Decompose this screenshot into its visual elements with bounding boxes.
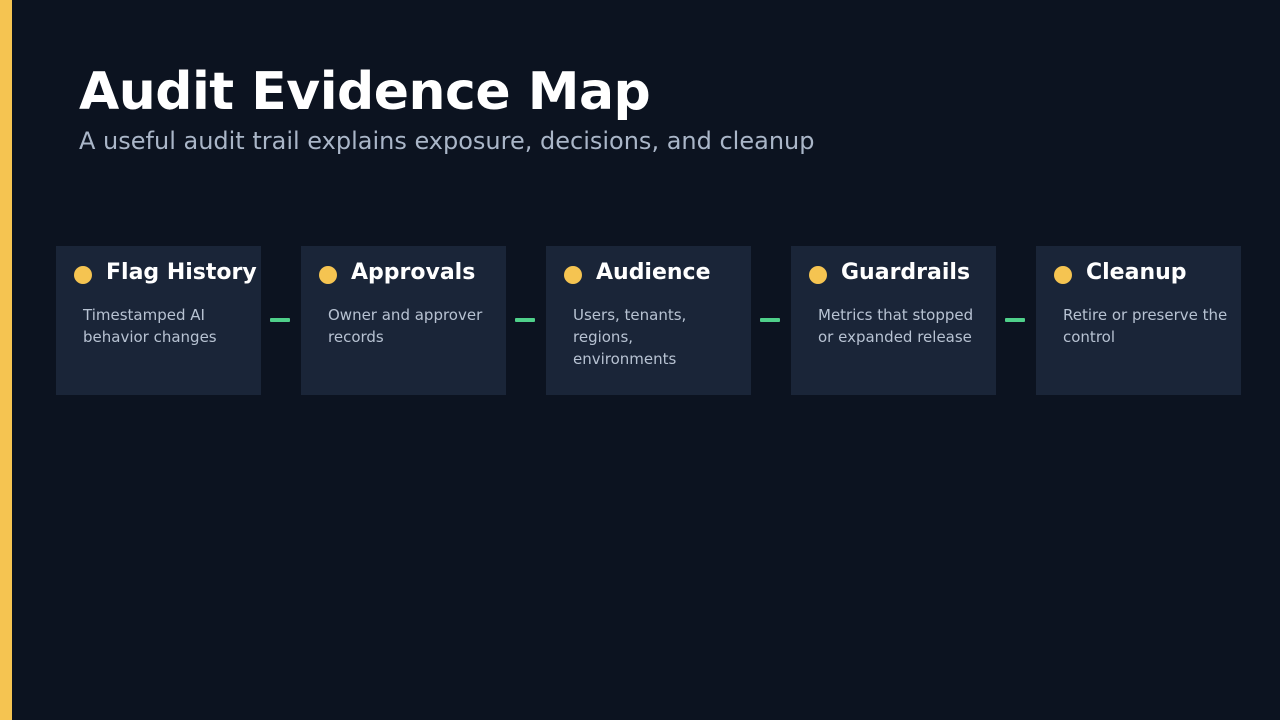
step-title: Audience — [596, 260, 711, 285]
step-description: Users, tenants, regions, environments — [573, 306, 687, 368]
accent-bar — [0, 0, 12, 720]
connector-line — [515, 318, 535, 322]
step-description: Owner and approver records — [328, 306, 483, 346]
step-description: Timestamped AI behavior changes — [83, 306, 217, 346]
step-title: Flag History — [106, 260, 257, 285]
step-card-cleanup: Cleanup Retire or preserve the control — [1036, 246, 1241, 395]
step-card-flag-history: Flag History Timestamped AI behavior cha… — [56, 246, 261, 395]
step-card-approvals: Approvals Owner and approver records — [301, 246, 506, 395]
connector-line — [1005, 318, 1025, 322]
status-dot-icon — [319, 266, 337, 284]
step-card-audience: Audience Users, tenants, regions, enviro… — [546, 246, 751, 395]
step-title: Cleanup — [1086, 260, 1187, 285]
status-dot-icon — [74, 266, 92, 284]
page-subtitle: A useful audit trail explains exposure, … — [79, 127, 815, 155]
step-title: Guardrails — [841, 260, 971, 285]
status-dot-icon — [1054, 266, 1072, 284]
step-title: Approvals — [351, 260, 476, 285]
step-description: Metrics that stopped or expanded release — [818, 306, 974, 346]
page-title: Audit Evidence Map — [79, 62, 651, 122]
connector-line — [270, 318, 290, 322]
status-dot-icon — [564, 266, 582, 284]
connector-line — [760, 318, 780, 322]
status-dot-icon — [809, 266, 827, 284]
step-card-guardrails: Guardrails Metrics that stopped or expan… — [791, 246, 996, 395]
step-description: Retire or preserve the control — [1063, 306, 1228, 346]
